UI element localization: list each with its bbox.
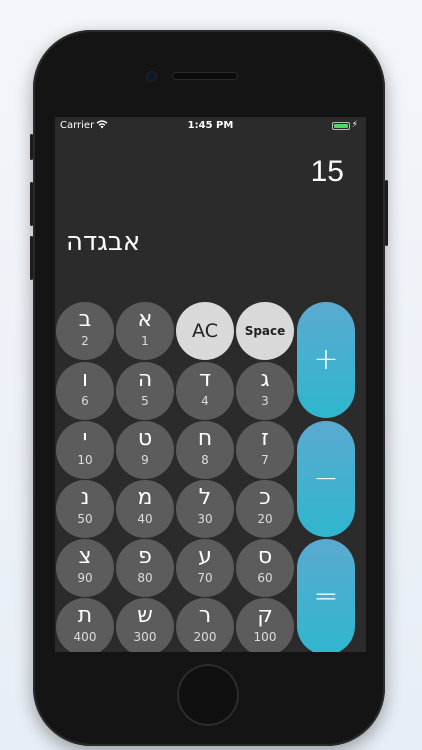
key-value: 80 (137, 571, 153, 585)
key-qof[interactable]: ק 100 (236, 598, 294, 652)
key-mem[interactable]: מ 40 (116, 480, 174, 538)
key-tet[interactable]: ט9 (116, 421, 174, 479)
key-value: 4 (201, 394, 209, 408)
key-letter: פ (138, 544, 152, 569)
key-value: 9 (141, 453, 149, 467)
key-value: 6 (81, 394, 89, 408)
key-value: 20 (257, 512, 273, 526)
power-button (385, 180, 388, 246)
key-value: 2 (81, 334, 89, 348)
key-value: 300 (133, 630, 157, 644)
volume-down-button (30, 236, 33, 280)
plus-button[interactable]: + (297, 302, 355, 418)
gematria-value: 15 (310, 155, 344, 188)
key-letter: ה (137, 367, 153, 392)
key-letter: ס (257, 544, 273, 569)
key-dalet[interactable]: ד4 (176, 362, 234, 420)
silent-switch (30, 134, 33, 160)
key-pe[interactable]: פ 80 (116, 539, 174, 597)
key-value: 3 (261, 394, 269, 408)
key-letter: ר (198, 603, 212, 628)
clock: 1:45 PM (187, 120, 234, 131)
clear-label: AC (192, 320, 218, 342)
key-letter: י (82, 426, 88, 451)
volume-up-button (30, 182, 33, 226)
key-letter: כ (259, 485, 271, 510)
key-vav[interactable]: ו6 (56, 362, 114, 420)
status-bar: Carrier 1:45 PM ⚡ (55, 117, 366, 137)
key-value: 7 (261, 453, 269, 467)
key-letter: ע (198, 544, 212, 569)
key-yod[interactable]: י 10 (56, 421, 114, 479)
key-value: 1 (141, 334, 149, 348)
key-letter: ט (137, 426, 153, 451)
earpiece-speaker (173, 73, 237, 79)
key-letter: נ (80, 485, 90, 510)
key-kaf[interactable]: כ 20 (236, 480, 294, 538)
key-letter: מ (137, 485, 153, 510)
key-ayin[interactable]: ע 70 (176, 539, 234, 597)
key-value: 70 (197, 571, 213, 585)
key-value: 90 (77, 571, 93, 585)
key-letter: ו (82, 367, 88, 392)
home-button[interactable] (179, 666, 237, 724)
key-he[interactable]: ה5 (116, 362, 174, 420)
key-value: 5 (141, 394, 149, 408)
space-label: Space (244, 324, 286, 338)
key-tsadi[interactable]: צ 90 (56, 539, 114, 597)
key-letter: צ (78, 544, 92, 569)
key-resh[interactable]: ר 200 (176, 598, 234, 652)
key-nun[interactable]: נ 50 (56, 480, 114, 538)
key-tav[interactable]: ת 400 (56, 598, 114, 652)
input-word: אבגדה (66, 227, 141, 257)
charging-icon: ⚡ (351, 120, 358, 130)
app-screen: Carrier 1:45 PM ⚡ 15 אבגדה ב2 א1 AC Spac… (55, 117, 366, 652)
front-camera (147, 72, 156, 81)
key-letter: ב (78, 307, 92, 332)
space-button[interactable]: Space (236, 302, 294, 360)
key-value: 200 (193, 630, 217, 644)
key-letter: ל (198, 485, 212, 510)
key-letter: א (137, 307, 153, 332)
key-gimel[interactable]: ג3 (236, 362, 294, 420)
key-samekh[interactable]: ס 60 (236, 539, 294, 597)
key-letter: ק (257, 603, 273, 628)
key-value: 50 (77, 512, 93, 526)
equals-button[interactable]: = (297, 539, 355, 652)
key-value: 100 (253, 630, 277, 644)
key-value: 8 (201, 453, 209, 467)
key-value: 400 (73, 630, 97, 644)
minus-button[interactable]: − (297, 421, 355, 537)
key-lamed[interactable]: ל 30 (176, 480, 234, 538)
key-letter: ד (198, 367, 211, 392)
battery-icon (332, 122, 350, 130)
key-letter: ז (261, 426, 269, 451)
clear-button[interactable]: AC (176, 302, 234, 360)
key-value: 40 (137, 512, 153, 526)
key-bet[interactable]: ב2 (56, 302, 114, 360)
key-shin[interactable]: ש 300 (116, 598, 174, 652)
key-alef[interactable]: א1 (116, 302, 174, 360)
key-value: 60 (257, 571, 273, 585)
key-zayin[interactable]: ז7 (236, 421, 294, 479)
key-letter: ח (197, 426, 213, 451)
key-letter: ש (137, 603, 153, 628)
key-letter: ת (77, 603, 93, 628)
key-letter: ג (260, 367, 270, 392)
key-value: 10 (77, 453, 93, 467)
key-value: 30 (197, 512, 213, 526)
key-het[interactable]: ח8 (176, 421, 234, 479)
